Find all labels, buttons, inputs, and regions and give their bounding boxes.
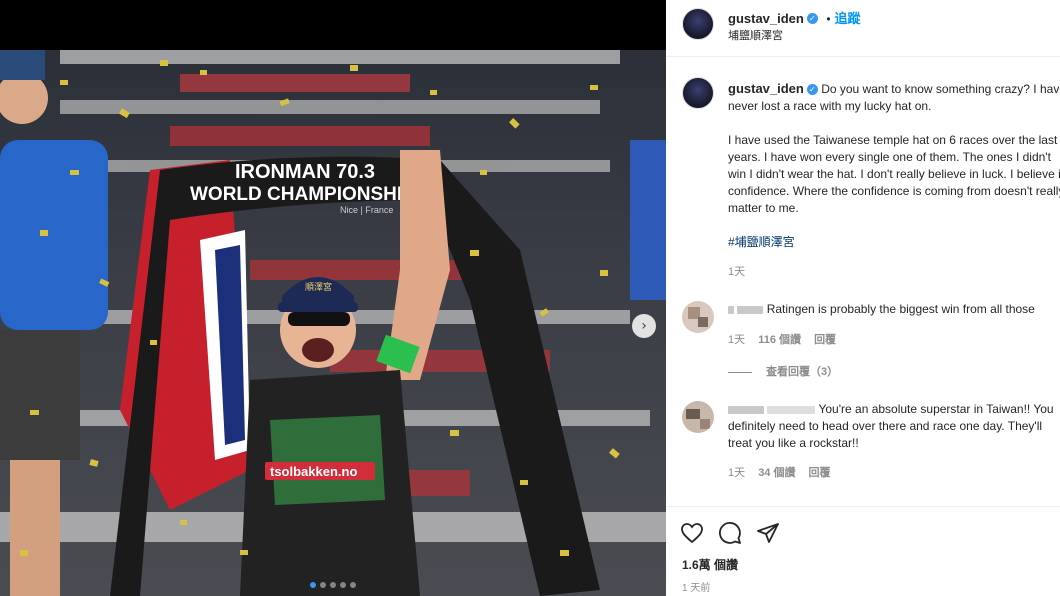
svg-text:tsolbakken.no: tsolbakken.no — [270, 464, 357, 479]
comments-area: gustav_iden ✓ Do you want to know somethi… — [666, 57, 1060, 506]
carousel-dot — [350, 582, 356, 588]
heart-icon[interactable] — [680, 521, 704, 545]
photo-panel: IRONMAN 70.3 WORLD CHAMPIONSHIP Nice | F… — [0, 0, 666, 596]
official-shirt — [0, 140, 108, 330]
blurred-username — [767, 405, 816, 414]
post-photo[interactable]: IRONMAN 70.3 WORLD CHAMPIONSHIP Nice | F… — [0, 50, 666, 596]
replies-line — [728, 371, 752, 373]
photo-illustration: IRONMAN 70.3 WORLD CHAMPIONSHIP Nice | F… — [0, 50, 666, 596]
comment-2-reply-button[interactable]: 回覆 — [809, 467, 831, 479]
caption-body: Do you want to know something crazy? I h… — [728, 82, 1060, 215]
chevron-right-icon: › — [641, 318, 647, 334]
dot-separator: • — [826, 12, 831, 26]
comment-2-likes[interactable]: 34 個讚 — [758, 467, 795, 479]
username-link[interactable]: gustav_iden — [728, 11, 804, 26]
comment-1-time: 1天 — [728, 334, 746, 346]
header-user-line: gustav_iden ✓ • 追蹤 — [728, 8, 861, 28]
caption-time: 1天 — [728, 266, 746, 278]
view-replies-button[interactable]: 查看回覆（3） — [728, 363, 838, 379]
comment-1-meta: 1天 116 個讚 回覆 — [728, 331, 836, 347]
carousel-dot — [320, 582, 326, 588]
banner-text-2: WORLD CHAMPIONSHIP — [190, 184, 415, 205]
follow-button[interactable]: 追蹤 — [835, 11, 861, 26]
comment-1: Ratingen is probably the biggest win fro… — [728, 301, 1060, 318]
next-photo-button[interactable]: › — [632, 314, 656, 338]
caption-username[interactable]: gustav_iden — [728, 81, 804, 96]
comment-2-meta: 1天 34 個讚 回覆 — [728, 464, 831, 480]
carousel-dot — [330, 582, 336, 588]
banner-text-1: IRONMAN 70.3 — [235, 161, 375, 183]
verified-badge-icon: ✓ — [806, 84, 818, 96]
carousel-dot — [340, 582, 346, 588]
svg-text:Nice | France: Nice | France — [340, 205, 393, 215]
comment-1-reply-button[interactable]: 回覆 — [814, 334, 836, 346]
view-replies-label: 查看回覆（3） — [766, 366, 839, 378]
svg-text:順澤宮: 順澤宮 — [305, 281, 332, 293]
likes-count[interactable]: 1.6萬 個讚 — [682, 556, 738, 573]
actions-bar — [666, 506, 1060, 596]
share-icon[interactable] — [756, 521, 780, 545]
comment-icon[interactable] — [718, 521, 742, 545]
blurred-username — [737, 305, 764, 314]
hashtag-link[interactable]: #埔鹽順澤宮 — [728, 233, 795, 250]
comment-2-time: 1天 — [728, 467, 746, 479]
caption: gustav_iden ✓ Do you want to know somethi… — [728, 80, 1060, 217]
comment-avatar[interactable] — [682, 401, 714, 433]
caption-avatar[interactable] — [682, 77, 714, 109]
verified-badge-icon: ✓ — [806, 13, 818, 25]
blurred-username — [728, 405, 764, 414]
post-side-panel: gustav_iden ✓ • 追蹤 埔鹽順澤宮 gustav_iden ✓ Do y… — [666, 0, 1060, 596]
carousel-dots — [0, 582, 666, 588]
carousel-dot — [310, 582, 316, 588]
post-time: 1 天前 — [682, 583, 711, 594]
blurred-username — [728, 305, 734, 314]
avatar[interactable] — [682, 8, 714, 40]
comment-2: You're an absolute superstar in Taiwan!!… — [728, 401, 1058, 452]
comment-1-likes[interactable]: 116 個讚 — [758, 334, 801, 346]
comment-avatar[interactable] — [682, 301, 714, 333]
comment-1-text: Ratingen is probably the biggest win fro… — [766, 302, 1035, 316]
post-header: gustav_iden ✓ • 追蹤 埔鹽順澤宮 — [666, 0, 1060, 57]
location-link[interactable]: 埔鹽順澤宮 — [728, 27, 783, 43]
